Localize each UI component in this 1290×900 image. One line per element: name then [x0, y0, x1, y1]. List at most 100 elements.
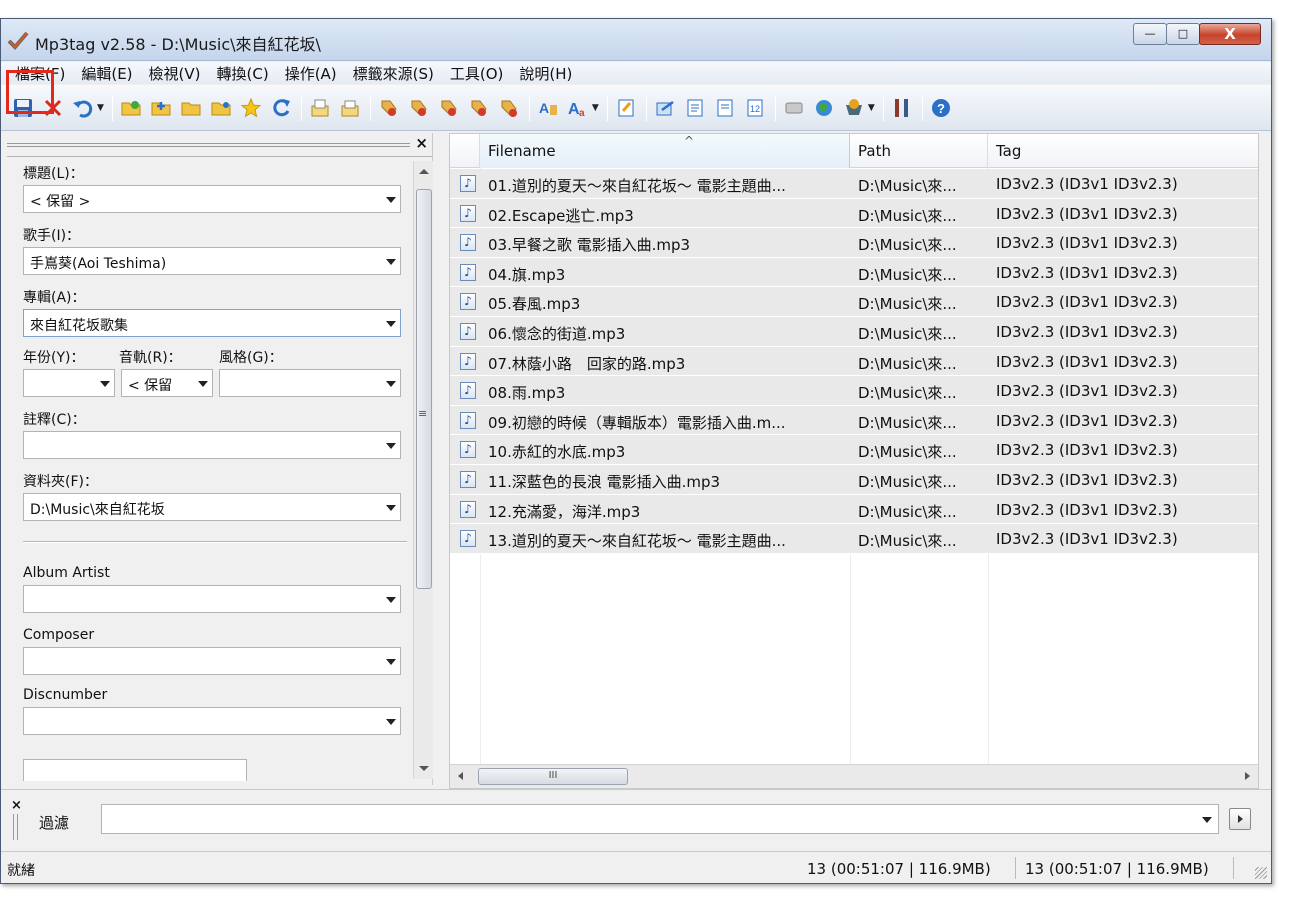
help-icon: ? [931, 98, 950, 117]
favorite-button[interactable] [239, 96, 263, 120]
refresh-icon [273, 98, 290, 116]
autonumber-button[interactable] [497, 96, 521, 120]
scroll-down-icon[interactable] [419, 766, 429, 771]
chevron-down-icon [386, 597, 396, 603]
help-button[interactable]: ? [929, 96, 953, 120]
table-row[interactable]: ♪ 12.充滿愛，海洋.mp3 D:\Music\來... ID3v2.3 (ID3v… [450, 494, 1258, 525]
col-header-tag[interactable]: Tag [988, 134, 1260, 168]
filename-to-tag-icon [411, 100, 427, 116]
tag-tag-button[interactable] [467, 96, 491, 120]
year-field[interactable] [23, 369, 115, 397]
panel-close-icon[interactable]: × [415, 134, 428, 152]
audio-file-icon: ♪ [460, 175, 476, 192]
table-row[interactable]: ♪ 05.春風.mp3 D:\Music\來... ID3v2.3 (ID3v1 ID… [450, 287, 1258, 317]
table-row[interactable]: ♪ 01.道別的夏天～來自紅花坂～ 電影主題曲... D:\Music\來... ID… [450, 169, 1258, 199]
close-button[interactable]: X [1199, 23, 1261, 45]
col-header-filename[interactable]: Filename ^ [480, 134, 850, 168]
scroll-right-icon[interactable] [1245, 772, 1250, 780]
table-row[interactable]: ♪ 03.早餐之歌 電影插入曲.mp3 D:\Music\來... ID3v2.3 (… [450, 228, 1258, 258]
comment-field[interactable] [23, 431, 401, 459]
menu-actions[interactable]: 操作(A) [277, 63, 345, 84]
artist-field[interactable]: 手嶌葵(Aoi Teshima) [23, 247, 401, 275]
tag-panel-scrollbar[interactable]: ≡ [413, 161, 433, 779]
table-row[interactable]: ♪ 06.懷念的街道.mp3 D:\Music\來... ID3v2.3 (ID3v1… [450, 316, 1258, 347]
undo-dropdown-arrow[interactable]: ▼ [97, 103, 104, 113]
discnumber-field[interactable] [23, 707, 401, 735]
filename-to-tag-button[interactable] [407, 96, 431, 120]
folder-icon [211, 101, 231, 115]
playlist-button[interactable] [683, 96, 707, 120]
options-button[interactable] [890, 96, 914, 120]
table-row[interactable]: ♪ 09.初戀的時候（專輯版本）電影插入曲.m... D:\Music\來... ID… [450, 405, 1258, 436]
minimize-icon: — [1144, 27, 1156, 40]
track-field[interactable]: < 保留 [121, 369, 213, 397]
scroll-left-icon[interactable] [458, 772, 463, 780]
minimize-button[interactable]: — [1133, 23, 1167, 45]
refresh-button[interactable] [269, 96, 293, 120]
open-folder-button[interactable] [179, 96, 203, 120]
file-list-hscrollbar[interactable]: III [450, 764, 1258, 788]
album-artist-field[interactable] [23, 585, 401, 613]
cover-art-field[interactable] [23, 759, 247, 781]
change-directory-button[interactable] [119, 96, 143, 120]
tag-to-filename-button[interactable] [377, 96, 401, 120]
tag-sources-icon [845, 98, 862, 115]
folder-button[interactable] [209, 96, 233, 120]
tag-to-filename-icon [381, 100, 397, 116]
menu-view[interactable]: 檢視(V) [141, 63, 209, 84]
menu-help[interactable]: 說明(H) [511, 63, 580, 84]
extended-tags-button[interactable] [614, 96, 638, 120]
chevron-down-icon [386, 381, 396, 387]
table-row[interactable]: ♪ 07.林蔭小路 回家的路.mp3 D:\Music\來... ID3v2.3 (I… [450, 346, 1258, 377]
table-row[interactable]: ♪ 08.雨.mp3 D:\Music\來... ID3v2.3 (ID3v1 ID3… [450, 376, 1258, 406]
autonumber-wizard-button[interactable]: 12 [743, 96, 767, 120]
paste-tag-button[interactable] [338, 96, 362, 120]
title-field[interactable]: < 保留 > [23, 185, 401, 213]
copy-tag-button[interactable] [308, 96, 332, 120]
add-directory-button[interactable] [149, 96, 173, 120]
col-header-icon[interactable] [450, 134, 480, 168]
menu-tag-sources[interactable]: 標籤來源(S) [345, 63, 442, 84]
toolbar: ▼ A A a ▼ 12 ▼ ? [1, 85, 1271, 131]
cell-path: D:\Music\來... [858, 177, 957, 195]
freedb-button[interactable] [782, 96, 806, 120]
table-row[interactable]: ♪ 02.Escape逃亡.mp3 D:\Music\來... ID3v2.3 (ID… [450, 198, 1258, 229]
col-header-filename-label: Filename [488, 142, 556, 160]
actions-button[interactable]: A [536, 96, 560, 120]
table-row[interactable]: ♪ 11.深藍色的長浪 電影插入曲.mp3 D:\Music\來... ID3v2.3… [450, 464, 1258, 495]
text-file-button[interactable] [437, 96, 461, 120]
table-row[interactable]: ♪ 10.赤紅的水底.mp3 D:\Music\來... ID3v2.3 (ID3v1… [450, 435, 1258, 465]
filter-close-icon[interactable]: × [11, 798, 22, 813]
filter-input[interactable] [101, 804, 1219, 834]
table-row[interactable]: ♪ 13.道別的夏天～來自紅花坂～ 電影主題曲... D:\Music\來... ID… [450, 524, 1258, 554]
title-bar: Mp3tag v2.58 - D:\Music\來自紅花坂\ — □ X [1, 19, 1271, 61]
col-header-path[interactable]: Path [850, 134, 988, 168]
title-label: 標題(L)： [23, 166, 84, 182]
directory-field[interactable]: D:\Music\來自紅花坂 [23, 493, 401, 521]
scroll-up-icon[interactable] [419, 169, 429, 174]
resize-grip[interactable] [1255, 867, 1267, 879]
menu-edit[interactable]: 編輯(E) [73, 63, 140, 84]
export-button[interactable] [653, 96, 677, 120]
table-row[interactable]: ♪ 04.旗.mp3 D:\Music\來... ID3v2.3 (ID3v1 ID3… [450, 257, 1258, 288]
playlist-2-button[interactable] [713, 96, 737, 120]
filter-apply-button[interactable] [1229, 808, 1251, 830]
scroll-thumb[interactable] [416, 189, 432, 589]
copy-tag-icon [311, 99, 329, 116]
album-field[interactable]: 來自紅花坂歌集 [23, 309, 401, 337]
menu-tools[interactable]: 工具(O) [442, 63, 512, 84]
undo-button[interactable] [71, 96, 95, 120]
case-conversion-button[interactable]: Aa [566, 96, 590, 120]
hscroll-thumb[interactable]: III [478, 768, 628, 785]
tag-sources-dropdown-arrow[interactable]: ▼ [868, 103, 875, 113]
tag-sources-button[interactable] [842, 96, 866, 120]
menu-convert[interactable]: 轉換(C) [209, 63, 277, 84]
sort-ascending-icon: ^ [684, 134, 695, 148]
genre-field[interactable] [219, 369, 401, 397]
actions-dropdown-arrow[interactable]: ▼ [592, 103, 599, 113]
web-sources-button[interactable] [812, 96, 836, 120]
autonumber-wizard-icon: 12 [747, 99, 763, 116]
composer-field[interactable] [23, 647, 401, 675]
maximize-button[interactable]: □ [1166, 23, 1200, 45]
comment-label: 註釋(C)： [23, 412, 86, 428]
